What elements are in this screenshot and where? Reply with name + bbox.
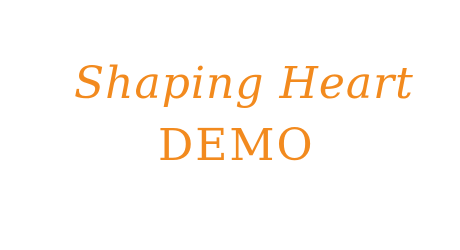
font-preview-canvas: Shaping Heart DEMO (0, 0, 460, 250)
demo-label-text: DEMO (158, 120, 315, 171)
font-name-text: Shaping Heart (74, 58, 414, 109)
